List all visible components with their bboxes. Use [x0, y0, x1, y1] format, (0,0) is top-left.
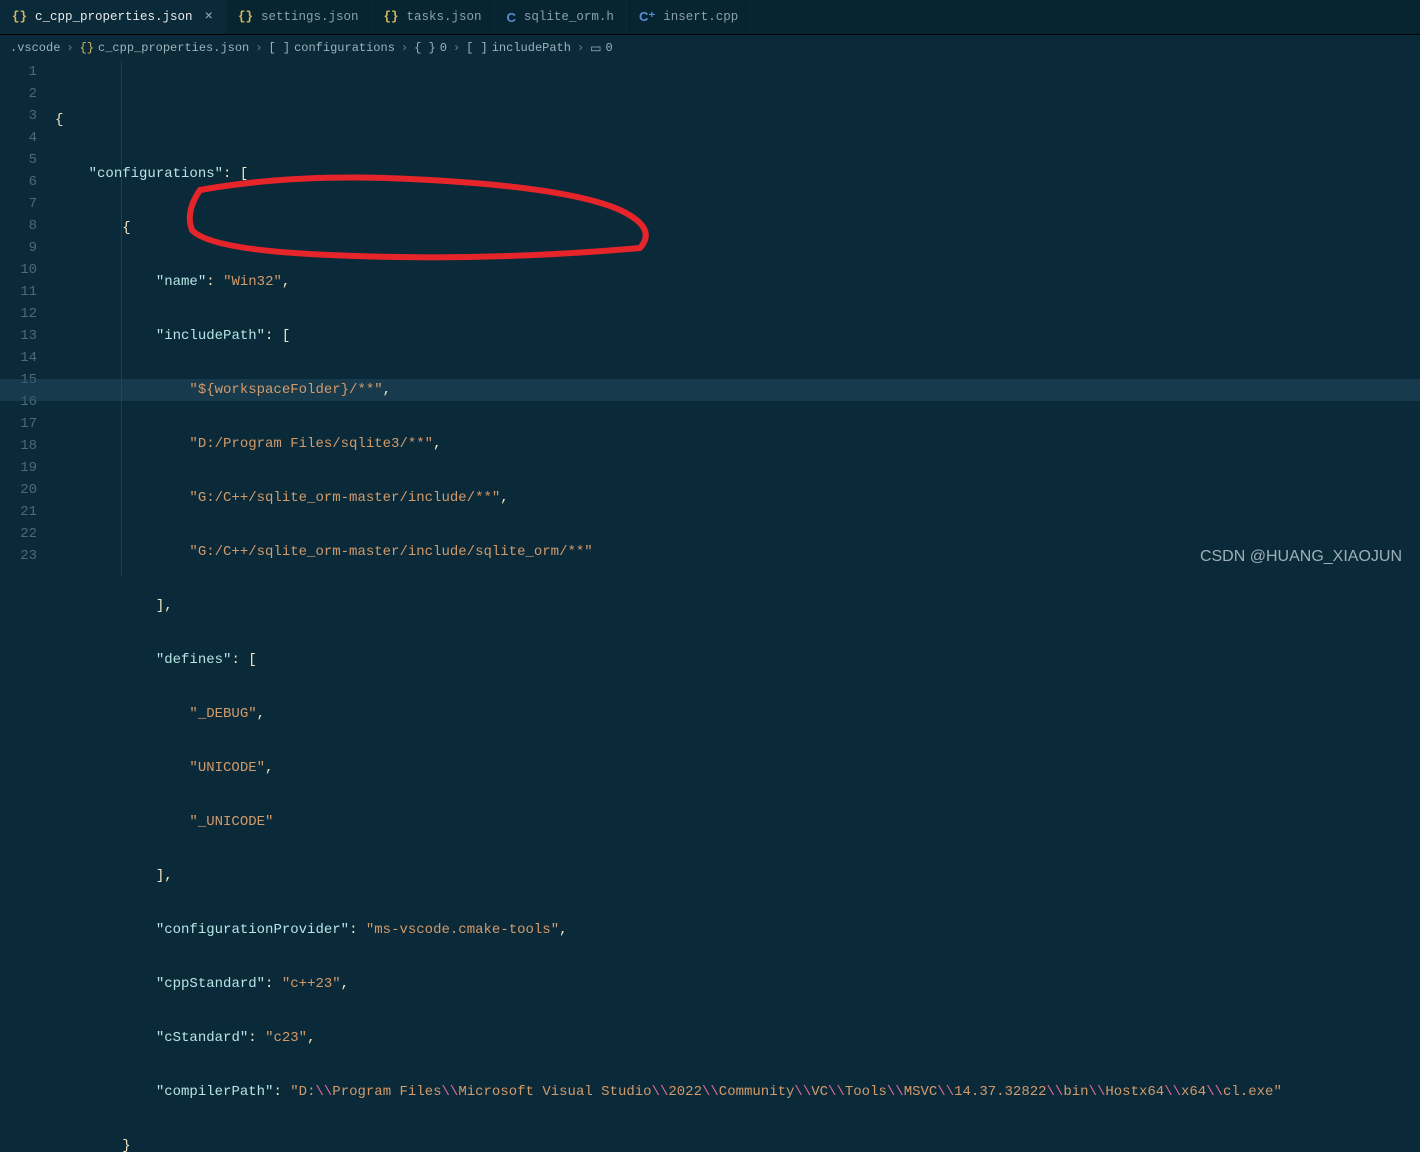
code-editor[interactable]: 123 456 789 101112 131415 161718 192021 …	[0, 61, 1420, 576]
tab-insert-cpp[interactable]: C⁺ insert.cpp	[627, 0, 751, 34]
array-symbol-icon: [ ]	[268, 41, 290, 55]
breadcrumb[interactable]: .vscode › {} c_cpp_properties.json › [ ]…	[0, 35, 1420, 61]
chevron-right-icon: ›	[66, 41, 73, 55]
object-symbol-icon: { }	[414, 41, 436, 55]
tab-c-cpp-properties[interactable]: {} c_cpp_properties.json ×	[0, 0, 226, 34]
string-symbol-icon: ▭	[590, 41, 601, 56]
json-file-icon: {}	[238, 10, 253, 24]
chevron-right-icon: ›	[577, 41, 584, 55]
breadcrumb-key[interactable]: configurations	[294, 41, 395, 55]
tab-label: sqlite_orm.h	[524, 10, 614, 24]
json-file-icon: {}	[12, 10, 27, 24]
tab-settings[interactable]: {} settings.json	[226, 0, 372, 34]
tab-sqlite-orm-h[interactable]: C sqlite_orm.h	[495, 0, 627, 34]
chevron-right-icon: ›	[401, 41, 408, 55]
line-number-gutter: 123 456 789 101112 131415 161718 192021 …	[0, 61, 55, 576]
array-symbol-icon: [ ]	[466, 41, 488, 55]
tab-label: insert.cpp	[663, 10, 738, 24]
breadcrumb-file[interactable]: c_cpp_properties.json	[98, 41, 249, 55]
chevron-right-icon: ›	[453, 41, 460, 55]
tab-label: tasks.json	[407, 10, 482, 24]
json-file-icon: {}	[384, 10, 399, 24]
cpp-file-icon: C⁺	[639, 9, 655, 25]
breadcrumb-key[interactable]: includePath	[492, 41, 571, 55]
tab-bar: {} c_cpp_properties.json × {} settings.j…	[0, 0, 1420, 35]
close-icon[interactable]: ×	[205, 9, 213, 25]
breadcrumb-index[interactable]: 0	[606, 41, 613, 55]
c-file-icon: C	[507, 10, 516, 25]
tab-tasks[interactable]: {} tasks.json	[372, 0, 495, 34]
breadcrumb-folder[interactable]: .vscode	[10, 41, 60, 55]
code-content[interactable]: { "configurations": [ { "name": "Win32",…	[55, 61, 1420, 576]
breadcrumb-index[interactable]: 0	[440, 41, 447, 55]
tab-label: settings.json	[261, 10, 359, 24]
chevron-right-icon: ›	[255, 41, 262, 55]
tab-label: c_cpp_properties.json	[35, 10, 193, 24]
json-file-icon: {}	[80, 41, 94, 55]
watermark-text: CSDN @HUANG_XIAOJUN	[1200, 548, 1402, 566]
